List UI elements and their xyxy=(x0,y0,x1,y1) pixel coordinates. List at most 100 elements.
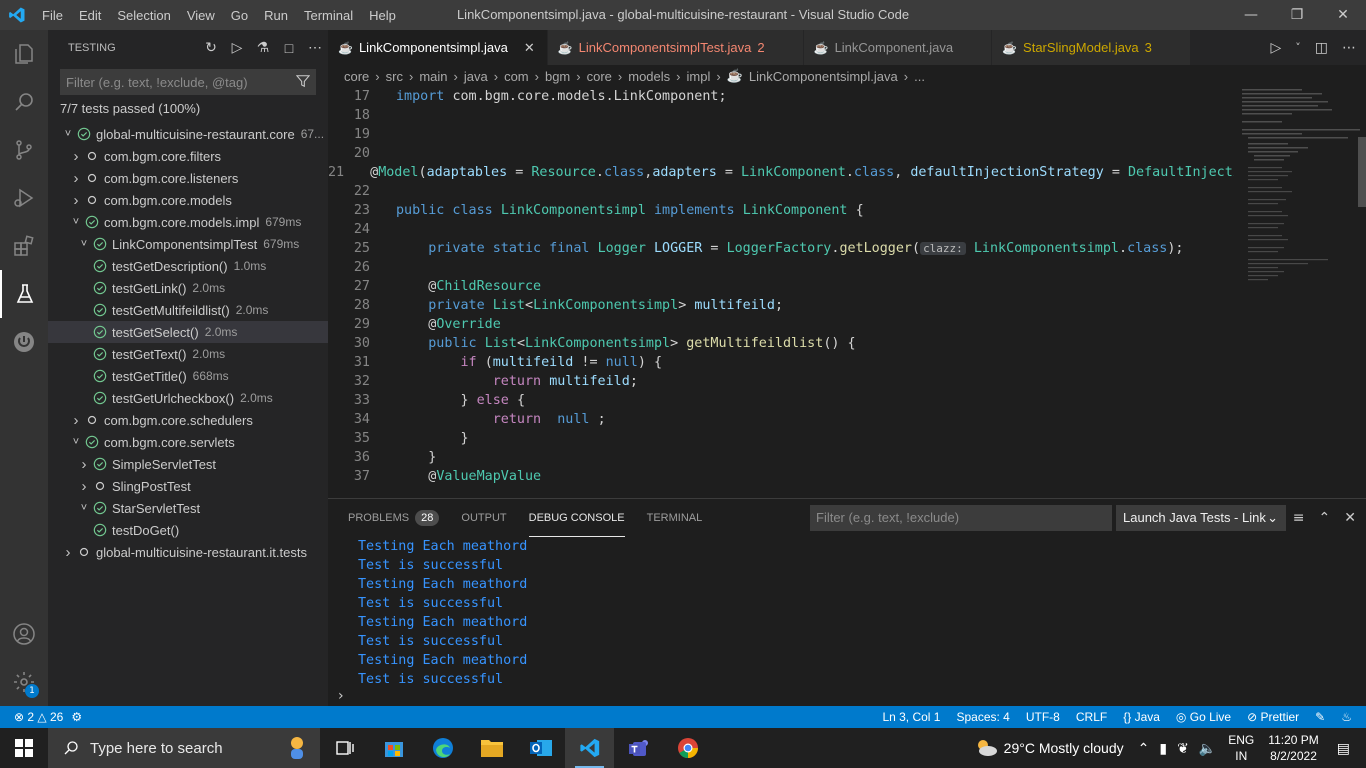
test-tree-item[interactable]: testGetTitle() 668ms xyxy=(48,365,328,387)
accounts-icon[interactable] xyxy=(0,610,48,658)
weather-text[interactable]: 29°C Mostly cloudy xyxy=(1004,740,1124,756)
breadcrumb-item[interactable]: src xyxy=(386,69,403,84)
chevron-right-icon[interactable]: › xyxy=(68,170,84,187)
chevron-right-icon[interactable]: › xyxy=(76,456,92,473)
breadcrumb-item[interactable]: java xyxy=(464,69,488,84)
go-live-button[interactable]: ◎ Go Live xyxy=(1176,710,1231,724)
microsoft-store-icon[interactable] xyxy=(369,728,418,768)
tab-output[interactable]: OUTPUT xyxy=(461,499,506,537)
chevron-right-icon[interactable]: › xyxy=(68,192,84,209)
console-prompt-icon[interactable]: › xyxy=(338,688,344,704)
weather-icon[interactable] xyxy=(974,737,998,760)
end-of-line[interactable]: CRLF xyxy=(1076,710,1107,724)
menu-selection[interactable]: Selection xyxy=(109,8,178,23)
chevron-down-icon[interactable]: ˅ xyxy=(76,502,92,514)
problems-status[interactable]: ⊗ 2 △ 26 xyxy=(14,710,63,724)
breadcrumb-item[interactable]: impl xyxy=(687,69,711,84)
file-explorer-icon[interactable] xyxy=(467,728,516,768)
debug-status-icon[interactable]: ⚙ xyxy=(71,710,82,724)
testing-icon[interactable] xyxy=(0,270,48,318)
test-tree-item[interactable]: ˅ LinkComponentsimplTest 679ms xyxy=(48,233,328,255)
test-tree-item[interactable]: testGetSelect() 2.0ms xyxy=(48,321,328,343)
chevron-right-icon[interactable]: › xyxy=(68,148,84,165)
chrome-icon[interactable] xyxy=(663,728,712,768)
test-tree-item[interactable]: ˅ StarServletTest xyxy=(48,497,328,519)
run-options-chevron-icon[interactable]: ˅ xyxy=(1295,41,1301,54)
vscode-taskbar-icon[interactable] xyxy=(565,728,614,768)
restore-button[interactable]: ❐ xyxy=(1274,0,1320,30)
menu-go[interactable]: Go xyxy=(223,8,256,23)
test-tree-item[interactable]: › com.bgm.core.models xyxy=(48,189,328,211)
show-hidden-icons[interactable]: ⌃ xyxy=(1138,740,1150,757)
action-center-icon[interactable]: ▤ xyxy=(1337,740,1350,757)
remote-power-icon[interactable] xyxy=(0,318,48,366)
breadcrumb-item[interactable]: models xyxy=(628,69,670,84)
console-filter-input[interactable]: Filter (e.g. text, !exclude) xyxy=(810,505,1112,531)
outlook-icon[interactable] xyxy=(516,728,565,768)
run-file-icon[interactable]: ▷ xyxy=(1270,40,1281,56)
test-tree-item[interactable]: › SimpleServletTest xyxy=(48,453,328,475)
breadcrumb-item[interactable]: ... xyxy=(914,69,925,84)
notifications-bell-icon[interactable]: ♨ xyxy=(1341,710,1352,724)
task-view-icon[interactable] xyxy=(320,728,369,768)
debug-all-tests-icon[interactable]: ⚗ xyxy=(250,39,276,56)
chevron-right-icon[interactable]: › xyxy=(68,412,84,429)
extensions-icon[interactable] xyxy=(0,222,48,270)
test-tree-item[interactable]: testGetLink() 2.0ms xyxy=(48,277,328,299)
more-actions-icon[interactable]: ⋯ xyxy=(302,39,328,56)
explorer-icon[interactable] xyxy=(0,30,48,78)
test-tree-item[interactable]: › com.bgm.core.schedulers xyxy=(48,409,328,431)
code-editor[interactable]: 17 import com.bgm.core.models.LinkCompone… xyxy=(328,87,1234,498)
menu-help[interactable]: Help xyxy=(361,8,404,23)
close-panel-icon[interactable]: ✕ xyxy=(1344,510,1356,526)
cursor-position[interactable]: Ln 3, Col 1 xyxy=(882,710,940,724)
run-debug-icon[interactable] xyxy=(0,174,48,222)
breadcrumb-item[interactable]: LinkComponentsimpl.java xyxy=(749,69,898,84)
edge-browser-icon[interactable] xyxy=(418,728,467,768)
settings-gear-icon[interactable]: 1 xyxy=(0,658,48,706)
launch-config-select[interactable]: Launch Java Tests - Link ⌄ xyxy=(1116,505,1286,531)
test-tree-item[interactable]: testGetMultifeildlist() 2.0ms xyxy=(48,299,328,321)
editor-tab[interactable]: ☕ StarSlingModel.java 3 xyxy=(992,30,1191,65)
start-button[interactable] xyxy=(0,728,48,768)
minimize-button[interactable]: — xyxy=(1228,0,1274,30)
close-window-button[interactable]: ✕ xyxy=(1320,0,1366,30)
breadcrumb-item[interactable]: core xyxy=(587,69,612,84)
indentation[interactable]: Spaces: 4 xyxy=(956,710,1009,724)
test-tree-item[interactable]: › global-multicuisine-restaurant.it.tests xyxy=(48,541,328,563)
encoding[interactable]: UTF-8 xyxy=(1026,710,1060,724)
breadcrumb-item[interactable]: main xyxy=(419,69,447,84)
chevron-down-icon[interactable]: ˅ xyxy=(68,216,84,228)
teams-icon[interactable] xyxy=(614,728,663,768)
input-language[interactable]: ENG IN xyxy=(1228,732,1254,764)
chevron-down-icon[interactable]: ˅ xyxy=(60,128,76,140)
test-tree-item[interactable]: ˅ com.bgm.core.servlets xyxy=(48,431,328,453)
tab-terminal[interactable]: TERMINAL xyxy=(647,499,703,537)
test-tree-item[interactable]: testGetDescription() 1.0ms xyxy=(48,255,328,277)
run-all-tests-icon[interactable]: ▷ xyxy=(224,39,250,56)
test-tree-item[interactable]: › com.bgm.core.listeners xyxy=(48,167,328,189)
chevron-down-icon[interactable]: ˅ xyxy=(76,238,92,250)
test-tree-item[interactable]: › com.bgm.core.filters xyxy=(48,145,328,167)
editor-tab[interactable]: ☕ LinkComponent.java xyxy=(803,30,993,65)
search-icon[interactable] xyxy=(0,78,48,126)
test-tree-item[interactable]: testGetText() 2.0ms xyxy=(48,343,328,365)
prettier-button[interactable]: ⊘ Prettier xyxy=(1247,710,1299,724)
test-tree-item[interactable]: testGetUrlcheckbox() 2.0ms xyxy=(48,387,328,409)
menu-view[interactable]: View xyxy=(179,8,223,23)
wifi-icon[interactable]: ❦ xyxy=(1177,740,1189,757)
minimap[interactable] xyxy=(1234,87,1366,498)
feedback-icon[interactable]: ✎ xyxy=(1315,710,1325,724)
breadcrumb-item[interactable]: bgm xyxy=(545,69,570,84)
chevron-right-icon[interactable]: › xyxy=(76,478,92,495)
tab-debug-console[interactable]: DEBUG CONSOLE xyxy=(528,499,625,537)
tab-problems[interactable]: PROBLEMS 28 xyxy=(348,499,440,537)
editor-more-icon[interactable]: ⋯ xyxy=(1342,40,1356,56)
menu-run[interactable]: Run xyxy=(256,8,296,23)
split-editor-icon[interactable]: ◫ xyxy=(1315,40,1328,56)
chevron-right-icon[interactable]: › xyxy=(60,544,76,561)
clear-console-icon[interactable]: ≡ xyxy=(1293,510,1305,526)
taskbar-search-input[interactable]: Type here to search xyxy=(48,728,320,768)
volume-icon[interactable]: 🔈 xyxy=(1199,740,1216,757)
test-tree-item[interactable]: ˅ com.bgm.core.models.impl 679ms xyxy=(48,211,328,233)
